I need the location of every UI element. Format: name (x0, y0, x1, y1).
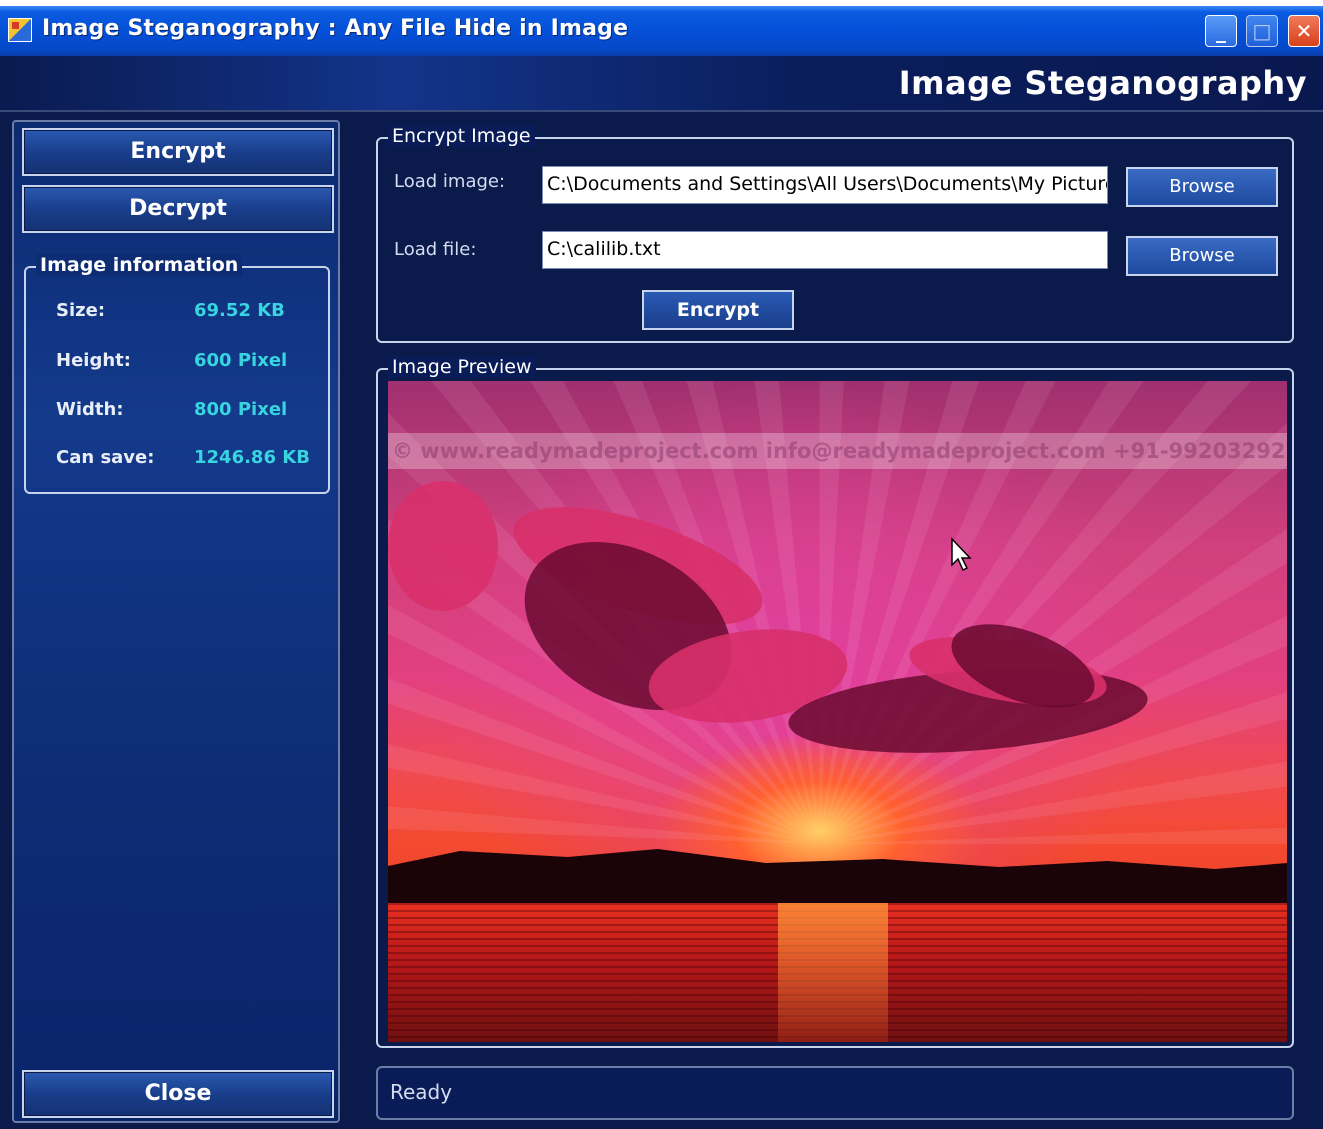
encrypt-image-title: Encrypt Image (388, 125, 535, 147)
maximize-button[interactable]: □ (1246, 15, 1278, 47)
image-information-title: Image information (36, 254, 243, 276)
browse-file-button[interactable]: Browse (1126, 236, 1278, 276)
close-button[interactable]: Close (22, 1070, 334, 1118)
minimize-button[interactable]: _ (1205, 15, 1237, 47)
status-bar: Ready (376, 1066, 1294, 1120)
window-title: Image Steganography : Any File Hide in I… (42, 16, 629, 41)
cloud (388, 481, 498, 611)
size-label: Size: (56, 300, 106, 321)
width-value: 800 Pixel (194, 399, 288, 420)
image-preview: © www.readymadeproject.com info@readymad… (388, 381, 1287, 1042)
size-value: 69.52 KB (194, 300, 285, 321)
app-heading: Image Steganography (898, 64, 1307, 102)
load-file-input[interactable]: C:\calilib.txt (542, 231, 1108, 269)
encrypt-button[interactable]: Encrypt (642, 290, 794, 330)
can-save-label: Can save: (56, 447, 155, 468)
watermark-text: © www.readymadeproject.com info@readymad… (388, 433, 1287, 469)
image-preview-title: Image Preview (388, 356, 536, 378)
load-file-label: Load file: (394, 239, 477, 260)
image-information-group: Image information Size: 69.52 KB Height:… (24, 254, 330, 494)
sun-reflection (778, 903, 888, 1042)
title-bar[interactable]: Image Steganography : Any File Hide in I… (0, 0, 1323, 56)
load-image-label: Load image: (394, 171, 506, 192)
header-banner: Image Steganography (0, 56, 1323, 112)
encrypt-image-group: Encrypt Image Load image: C:\Documents a… (376, 125, 1294, 343)
mouse-cursor-icon (951, 537, 972, 572)
load-image-input[interactable]: C:\Documents and Settings\All Users\Docu… (542, 166, 1108, 204)
can-save-value: 1246.86 KB (194, 447, 310, 468)
sidebar: Encrypt Decrypt Image information Size: … (12, 120, 340, 1123)
browse-image-button[interactable]: Browse (1126, 167, 1278, 207)
app-icon (8, 18, 32, 42)
status-text: Ready (390, 1080, 453, 1104)
height-value: 600 Pixel (194, 350, 288, 371)
encrypt-mode-button[interactable]: Encrypt (22, 128, 334, 176)
height-label: Height: (56, 350, 131, 371)
close-window-button[interactable]: ✕ (1288, 15, 1320, 47)
decrypt-mode-button[interactable]: Decrypt (22, 185, 334, 233)
width-label: Width: (56, 399, 124, 420)
